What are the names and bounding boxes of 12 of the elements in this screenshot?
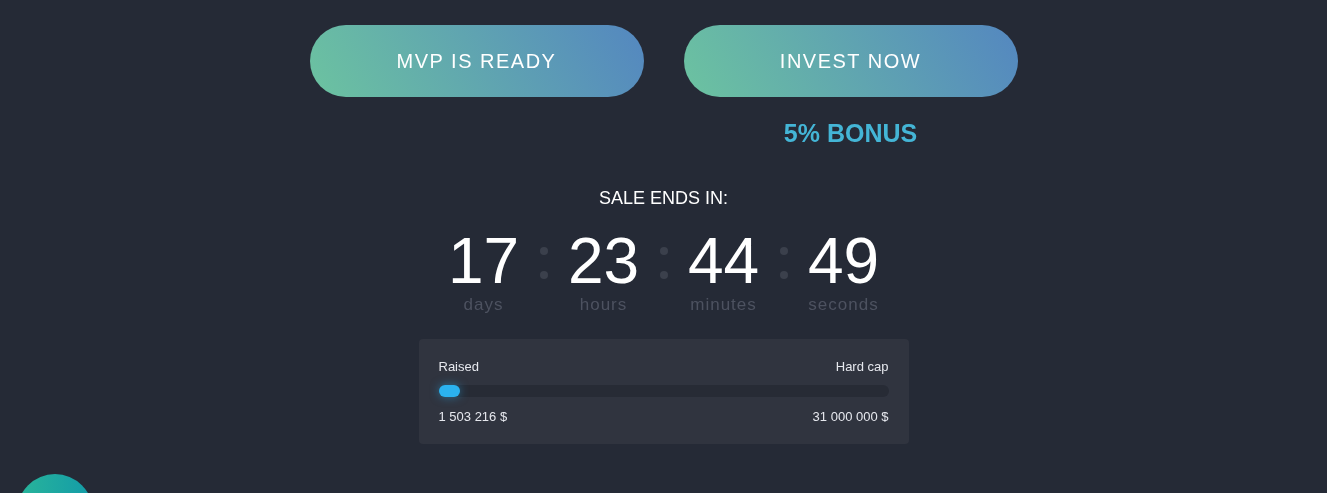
bonus-text: 5% BONUS (783, 119, 918, 148)
raised-amount: 1 503 216 $ (438, 409, 508, 424)
countdown-title: SALE ENDS IN: (598, 188, 728, 209)
cta-button[interactable]: INVEST NOW (683, 25, 1018, 97)
cta-button[interactable]: MVP IS READY (309, 25, 644, 97)
hard-cap-amount: 31 000 000 $ (812, 409, 889, 424)
countdown-value: 23 (567, 225, 640, 297)
raised-label: Raised (438, 359, 479, 374)
hard-cap-label: Hard cap (835, 359, 889, 374)
countdown-value: 44 (687, 225, 760, 297)
countdown-value: 49 (807, 225, 880, 297)
countdown-value: 17 (447, 225, 520, 297)
